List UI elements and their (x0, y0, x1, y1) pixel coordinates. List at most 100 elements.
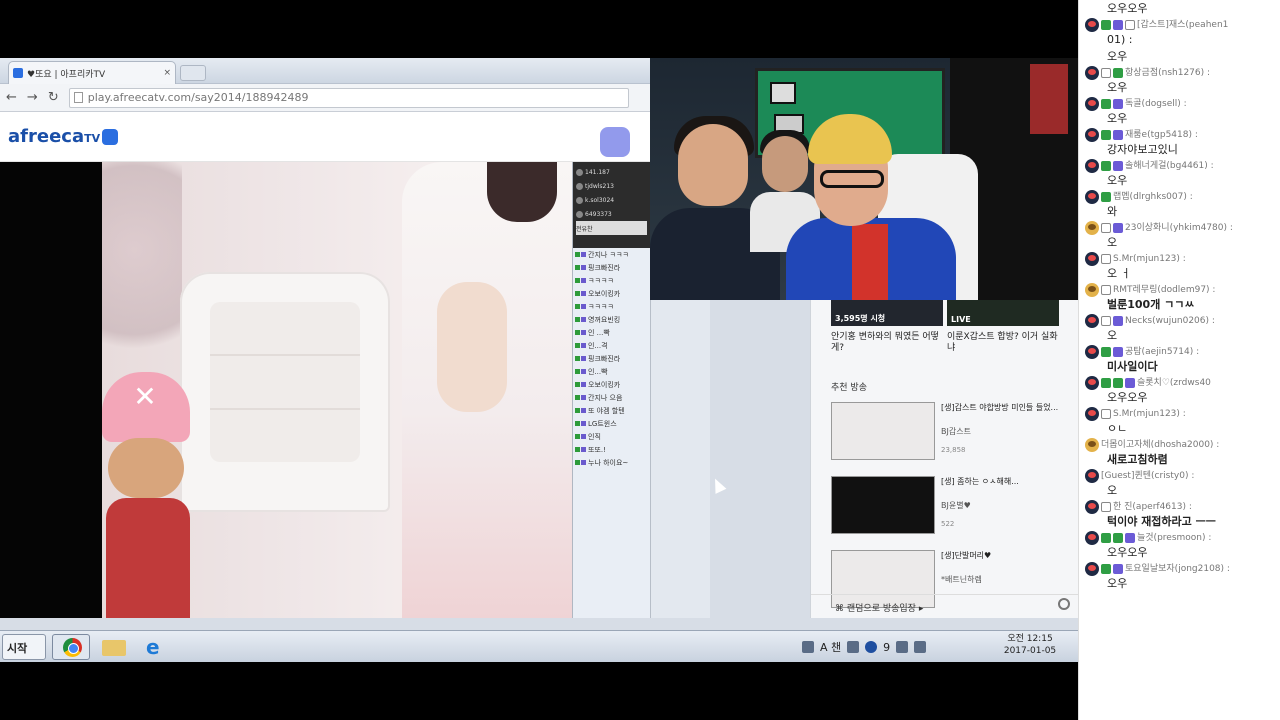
badge-icon (575, 330, 580, 335)
user-avatar-icon[interactable] (1085, 314, 1099, 328)
chat-username[interactable]: 늘것(presmoon) : (1137, 532, 1211, 545)
forward-arrow-icon[interactable]: → (27, 90, 38, 105)
chat-username[interactable]: 23이상화니(yhkim4780) : (1125, 222, 1233, 235)
user-badge-icon (1113, 20, 1123, 30)
recommended-views: 23,858 (941, 446, 966, 454)
chat-text: 오우 (1107, 174, 1128, 187)
back-arrow-icon[interactable]: ← (6, 90, 17, 105)
tab-close-icon[interactable]: × (163, 68, 171, 78)
taskbar-chrome[interactable] (52, 634, 90, 660)
settings-gear-icon[interactable] (1058, 598, 1070, 610)
taskbar-explorer[interactable] (94, 634, 132, 660)
chat-username[interactable]: Necks(wujun0206) : (1125, 315, 1215, 328)
browser-tab[interactable]: ♥또요 | 아프리카TV × (8, 61, 176, 84)
user-avatar-icon[interactable] (1085, 438, 1099, 452)
chat-username[interactable]: 슬롯치♡(zrdws40 (1137, 377, 1211, 390)
badge-icon (581, 252, 586, 257)
user-avatar-icon[interactable] (1085, 221, 1099, 235)
chat-username[interactable]: 항상금점(nsh1276) : (1125, 67, 1210, 80)
user-avatar-icon[interactable] (1085, 97, 1099, 111)
chat-username[interactable]: S.Mr(mjun123) : (1113, 253, 1186, 266)
user-badge-icon (1101, 161, 1111, 171)
tray-app-icon[interactable] (847, 641, 860, 653)
badge-icon (581, 460, 586, 465)
chat-username[interactable]: 재룸e(tgp5418) : (1125, 129, 1198, 142)
user-avatar-icon[interactable] (1085, 531, 1099, 545)
taskbar-ie[interactable]: e (136, 634, 174, 660)
ime-indicator[interactable]: A 챈 (820, 639, 841, 655)
user-badge-icon (1125, 20, 1135, 30)
webcam-person-2 (762, 136, 808, 192)
user-avatar-icon[interactable] (1085, 500, 1099, 514)
chat-text: 강자야보고있니 (1107, 143, 1178, 156)
recommended-item[interactable]: [생]갑스트 야합방방 미인들 들었... BJ갑스트 23,858 (831, 402, 1071, 464)
related-title[interactable]: 이룬X갑스트 합방? 이거 실화냐 (947, 332, 1063, 354)
reload-icon[interactable]: ↻ (48, 90, 59, 105)
recommended-title: [생] 좀하는 ㅇㅅ해해... (941, 477, 1019, 486)
chat-username[interactable]: 공탐(aejin5714) : (1125, 346, 1199, 359)
recommended-views: 522 (941, 520, 955, 528)
broadcast-video[interactable]: ✕ (102, 162, 572, 618)
user-avatar-icon[interactable] (1085, 252, 1099, 266)
tray-help-icon[interactable] (865, 641, 878, 653)
webcam-person-1 (678, 124, 748, 206)
user-avatar-icon[interactable] (1085, 190, 1099, 204)
user-avatar-icon[interactable] (1085, 159, 1099, 173)
chat-username[interactable]: 독골(dogsell) : (1125, 98, 1187, 111)
viewer-name: tjdwls213 (585, 182, 614, 190)
chat-message: 한 진(aperf4613) : 턱이야 재접하라고 ㅡㅡ (1079, 499, 1280, 530)
chat-username[interactable]: S.Mr(mjun123) : (1113, 408, 1186, 421)
chat-text: 오 (1107, 329, 1118, 342)
badge-icon (581, 356, 586, 361)
inner-chat-line: 또또.! (575, 445, 648, 455)
related-thumb[interactable]: 3,595명 시청 (831, 300, 943, 326)
chat-username[interactable]: 토요일날보자(jong2108) : (1125, 563, 1230, 576)
network-icon[interactable] (802, 641, 814, 653)
chat-username[interactable]: [갑스트]재스(peahen1 (1137, 19, 1228, 32)
user-avatar-icon[interactable] (1085, 345, 1099, 359)
user-avatar-icon[interactable] (1085, 407, 1099, 421)
start-button[interactable]: 시작 (2, 634, 46, 660)
chat-message-header: 23이상화니(yhkim4780) : (1085, 221, 1276, 235)
user-avatar-icon[interactable] (1085, 66, 1099, 80)
inner-chat-text: 인...빡 (588, 368, 608, 376)
user-avatar-icon[interactable] (1085, 128, 1099, 142)
inner-chat-tab[interactable]: 전유찬 (576, 221, 647, 235)
new-tab-button[interactable] (180, 65, 206, 81)
user-avatar-icon[interactable] (1085, 18, 1099, 32)
related-title[interactable]: 안기홍 변하와의 뭐였든 어떻게? (831, 332, 943, 354)
related-thumb[interactable]: LIVE (947, 300, 1059, 326)
random-broadcast-button[interactable]: ⌘ 랜덤으로 방송입장 ▸ (811, 594, 1078, 618)
chat-username[interactable]: 솔해너게걸(bg4461) : (1125, 160, 1214, 173)
chat-text: 오우오우 (1107, 546, 1148, 559)
chat-text: 오우 (1107, 81, 1128, 94)
inner-chat-text: 핑크빠진라 (588, 355, 621, 363)
chat-username[interactable]: 한 진(aperf4613) : (1113, 501, 1192, 514)
webcam-overlay (650, 58, 1078, 300)
screen-capture: ♥또요 | 아프리카TV × ← → ↻ play.afreecatv.com/… (0, 58, 1078, 662)
chat-username[interactable]: 더몹이고자체(dhosha2000) : (1101, 439, 1219, 452)
viewer-icon (576, 182, 583, 190)
recommended-item[interactable]: [생] 좀하는 ㅇㅅ해해... BJ윤별♥ 522 (831, 476, 1071, 538)
inner-chat-line: 간지나 으음 (575, 393, 648, 403)
user-avatar-icon[interactable] (1085, 469, 1099, 483)
chat-username[interactable]: RMT레무링(dodlem97) : (1113, 284, 1215, 297)
inner-chat-text: ㅋㅋㅋㅋ (588, 277, 614, 285)
viewer-name: 141.187 (585, 168, 610, 176)
chat-message: 재룸e(tgp5418) : 강자야보고있니 (1079, 127, 1280, 158)
address-bar[interactable]: play.afreecatv.com/say2014/188942489 (68, 87, 629, 108)
afreeca-logo[interactable]: afreecaTV (8, 126, 119, 147)
chat-username[interactable]: 랩멥(dlrghks007) : (1113, 191, 1193, 204)
volume-icon[interactable] (914, 641, 927, 653)
flag-icon[interactable] (896, 641, 909, 653)
user-avatar-icon[interactable] (1085, 376, 1099, 390)
inner-chat-line: 인직 (575, 432, 648, 442)
user-avatar-icon[interactable] (1085, 283, 1099, 297)
chat-username[interactable]: [Guest]퀸텐(cristy0) : (1101, 470, 1194, 483)
user-avatar-icon[interactable] (1085, 562, 1099, 576)
badge-icon (575, 356, 580, 361)
taskbar-clock[interactable]: 오전 12:15 2017-01-05 (1000, 633, 1060, 657)
chrome-icon (63, 638, 82, 657)
video-streamer-hair (487, 162, 557, 222)
related-thumb-label: 3,595명 시청 (835, 314, 886, 323)
